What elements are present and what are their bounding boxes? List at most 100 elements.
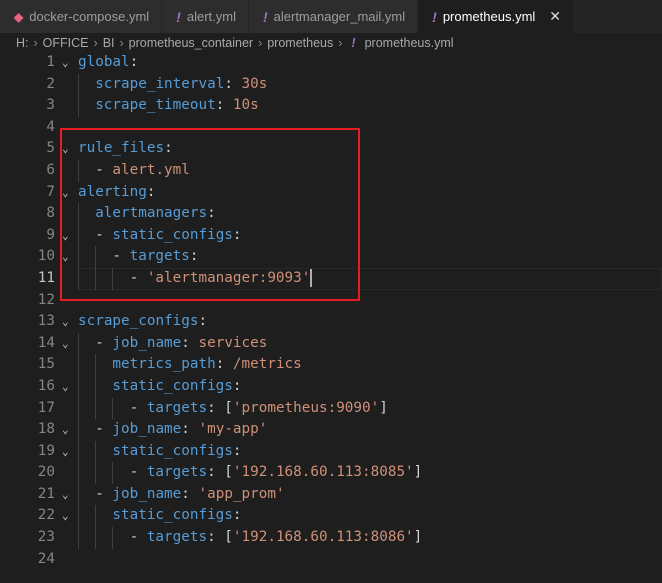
code-text: static_configs:: [112, 376, 241, 398]
code-token: 30s: [241, 75, 268, 92]
fold-chevron-icon[interactable]: ⌄: [62, 441, 69, 463]
tab-label: prometheus.yml: [442, 9, 536, 24]
indent-guide: [95, 505, 97, 528]
line-number: 8: [46, 205, 55, 222]
indent-guide: [78, 73, 79, 96]
line-number: 23: [37, 529, 55, 546]
breadcrumb-item[interactable]: BI: [103, 36, 115, 50]
tab-alertmanager_mail-yml[interactable]: ! alertmanager_mail.yml: [248, 0, 419, 33]
breadcrumb-item[interactable]: prometheus: [267, 36, 333, 50]
fold-chevron-icon[interactable]: ⌄: [62, 484, 69, 506]
code-line[interactable]: 21 ⌄ - job_name: 'app_prom': [0, 483, 662, 506]
chevron-right-icon: ›: [93, 36, 98, 50]
code-text: global:: [78, 52, 138, 74]
code-token: ]: [379, 399, 388, 416]
tab-bar: ◆ docker-compose.yml! alert.yml! alertmanag…: [0, 0, 662, 33]
chevron-right-icon: ›: [338, 36, 343, 50]
code-token: 10s: [232, 97, 259, 114]
indent-guide: [95, 440, 97, 463]
code-text: - targets: ['prometheus:9090']: [130, 398, 388, 420]
code-line[interactable]: 1 ⌄ global:: [0, 52, 662, 74]
fold-chevron-icon[interactable]: ⌄: [62, 333, 69, 355]
breadcrumb-item[interactable]: OFFICE: [43, 36, 89, 50]
fold-chevron-icon[interactable]: ⌄: [62, 376, 69, 398]
tab-prometheus-yml[interactable]: ! prometheus.yml ✕: [418, 0, 575, 33]
line-number: 7: [46, 183, 55, 200]
fold-chevron-icon[interactable]: ⌄: [62, 419, 69, 441]
code-token: static_configs: [112, 507, 233, 524]
line-number: 6: [46, 161, 55, 178]
line-number: 15: [37, 356, 55, 373]
line-number: 13: [37, 313, 55, 330]
indent-guide: [95, 397, 97, 420]
line-number: 9: [46, 226, 55, 243]
tab-docker-compose-yml[interactable]: ◆ docker-compose.yml: [0, 0, 163, 33]
code-text: scrape_timeout: 10s: [95, 95, 259, 117]
code-line[interactable]: 22 ⌄ static_configs:: [0, 505, 662, 528]
code-token: -: [129, 399, 147, 416]
code-line[interactable]: 15 metrics_path: /metrics: [0, 354, 662, 376]
code-token: :: [232, 442, 242, 459]
breadcrumb-item[interactable]: prometheus_container: [129, 36, 253, 50]
fold-chevron-icon[interactable]: ⌄: [62, 52, 69, 74]
code-line[interactable]: 24: [0, 549, 662, 571]
code-line[interactable]: 18 ⌄ - job_name: 'my-app': [0, 419, 662, 441]
line-number: 16: [37, 377, 55, 394]
code-line[interactable]: 3 scrape_timeout: 10s: [0, 95, 662, 117]
line-number: 24: [37, 550, 55, 567]
code-line[interactable]: 14 ⌄ - job_name: services: [0, 332, 662, 355]
fold-chevron-icon[interactable]: ⌄: [62, 311, 69, 333]
line-number: 3: [46, 97, 55, 114]
chevron-right-icon: ›: [33, 36, 38, 50]
code-line[interactable]: 16 ⌄ static_configs:: [0, 375, 662, 398]
yaml-icon: !: [351, 36, 356, 50]
code-text: scrape_interval: 30s: [95, 74, 267, 96]
indent-guide: [78, 462, 79, 484]
indent-guide: [78, 397, 79, 420]
code-token: 'my-app': [198, 421, 268, 438]
code-token: :: [232, 507, 242, 524]
code-token: targets: [146, 399, 208, 416]
code-text: static_configs:: [112, 505, 241, 527]
code-line[interactable]: 20 - targets: ['192.168.60.113:8085']: [0, 462, 662, 484]
line-number: 4: [46, 118, 55, 135]
code-line[interactable]: 2 scrape_interval: 30s: [0, 73, 662, 96]
breadcrumb-item[interactable]: prometheus.yml: [365, 36, 454, 50]
indent-guide: [78, 483, 79, 506]
fold-chevron-icon[interactable]: ⌄: [62, 505, 69, 527]
indent-guide: [112, 462, 114, 484]
line-number: 17: [37, 399, 55, 416]
code-text: - targets: ['192.168.60.113:8086']: [130, 527, 423, 549]
close-icon[interactable]: ✕: [549, 8, 561, 25]
code-text: scrape_configs:: [78, 311, 207, 333]
indent-guide: [95, 354, 97, 376]
code-token: -: [129, 529, 147, 546]
indent-guide: [78, 505, 79, 528]
code-text: - job_name: services: [95, 333, 267, 355]
code-token: 'app_prom': [198, 485, 285, 502]
code-line[interactable]: 13 ⌄ scrape_configs:: [0, 311, 662, 333]
breadcrumb-item[interactable]: H:: [16, 36, 29, 50]
code-token: : [: [207, 529, 233, 546]
indent-guide: [78, 95, 79, 117]
code-token: static_configs: [112, 377, 233, 394]
highlight-annotation-box: [60, 128, 360, 301]
code-token: scrape_timeout: [95, 97, 216, 114]
code-token: :: [181, 421, 199, 438]
chevron-right-icon: ›: [119, 36, 124, 50]
code-token: -: [129, 464, 147, 481]
code-token: job_name: [112, 334, 182, 351]
yaml-icon: !: [262, 8, 268, 25]
code-line[interactable]: 17 - targets: ['prometheus:9090']: [0, 397, 662, 420]
line-number: 19: [37, 442, 55, 459]
line-number: 5: [46, 140, 55, 157]
line-number: 2: [46, 75, 55, 92]
chevron-right-icon: ›: [258, 36, 263, 50]
code-line[interactable]: 23 - targets: ['192.168.60.113:8086']: [0, 527, 662, 549]
tab-alert-yml[interactable]: ! alert.yml: [162, 0, 249, 33]
tab-label: alertmanager_mail.yml: [273, 9, 406, 24]
code-token: ]: [413, 529, 423, 546]
docker-icon: ◆: [14, 9, 24, 24]
code-text: - job_name: 'app_prom': [95, 484, 284, 506]
code-line[interactable]: 19 ⌄ static_configs:: [0, 440, 662, 463]
